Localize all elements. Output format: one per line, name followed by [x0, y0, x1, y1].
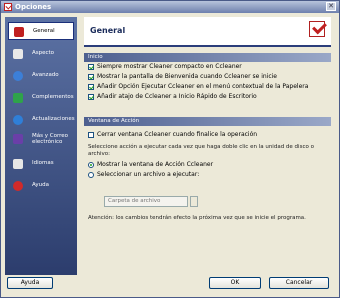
option-label: Añadir Opción Ejecutar Ccleaner en el me…	[97, 83, 309, 90]
checkbox[interactable]	[88, 131, 94, 138]
sidebar-item-label: Más y Correo electrónico	[32, 133, 68, 145]
startup-group: Inicio Siempre mostrar Cleaner compacto …	[84, 53, 331, 102]
aspect-icon	[13, 49, 23, 59]
note-text: Atención: los cambios tendrán efecto la …	[88, 215, 306, 221]
sidebar-item-label: Aspecto	[32, 50, 55, 56]
updates-icon	[13, 115, 23, 125]
radio-row[interactable]: Seleccionar un archivo a ejecutar:	[84, 170, 331, 180]
sidebar-item-general[interactable]: General	[8, 22, 74, 40]
checkbox[interactable]	[88, 63, 94, 70]
checkmark-icon	[309, 21, 325, 37]
radio[interactable]	[88, 171, 94, 178]
window-title: Opciones	[15, 3, 52, 11]
sidebar-item-label: Avanzado	[32, 72, 59, 78]
option-label: Mostrar la pantalla de Bienvenida cuando…	[97, 73, 277, 80]
option-label: Siempre mostrar Cleaner compacto en Ccle…	[97, 63, 242, 70]
option-label: Añadir atajo de Ccleaner a Inicio Rápido…	[97, 93, 257, 100]
advanced-icon	[13, 71, 23, 81]
title-bar[interactable]: Opciones ✕	[1, 1, 339, 13]
addons-icon	[13, 93, 23, 103]
ok-button[interactable]: OK	[209, 277, 261, 289]
sidebar-item-label: Idiomas	[32, 160, 54, 166]
option-row[interactable]: Añadir Opción Ejecutar Ccleaner en el me…	[84, 82, 331, 92]
close-button[interactable]: ✕	[326, 2, 336, 11]
checkbox[interactable]	[88, 73, 94, 80]
sidebar-item-addons[interactable]: Complementos	[8, 89, 74, 107]
general-icon	[14, 27, 24, 37]
sidebar-item-help[interactable]: Ayuda	[8, 177, 74, 195]
option-label: Cerrar ventana Ccleaner cuando finalice …	[97, 131, 258, 138]
app-logo-icon	[4, 3, 12, 11]
radio-label: Mostrar la ventana de Acción Ccleaner	[97, 161, 214, 168]
checkbox[interactable]	[88, 93, 94, 100]
options-window: Opciones ✕ General Aspecto Avanzado Comp…	[0, 0, 340, 298]
sidebar-item-languages[interactable]: Idiomas	[8, 155, 74, 173]
action-group: Ventana de Acción Cerrar ventana Ccleane…	[84, 117, 331, 229]
page-title: General	[90, 26, 126, 35]
sidebar-item-updates[interactable]: Actualizaciones	[8, 111, 75, 129]
mail-icon	[13, 134, 23, 144]
sidebar-item-advanced[interactable]: Avanzado	[8, 67, 74, 85]
panel-header: General	[84, 17, 331, 47]
action-heading: Ventana de Acción	[84, 117, 331, 126]
startup-heading: Inicio	[84, 53, 331, 62]
sidebar-item-label: Ayuda	[32, 182, 49, 188]
help-icon	[13, 181, 23, 191]
checkbox[interactable]	[88, 83, 94, 90]
browse-button[interactable]	[190, 196, 198, 207]
languages-icon	[13, 159, 23, 169]
sidebar-item-label: General	[33, 28, 55, 34]
action-description: Seleccione acción a ejecutar cada vez qu…	[88, 144, 314, 157]
option-row[interactable]: Añadir atajo de Ccleaner a Inicio Rápido…	[84, 92, 331, 102]
sidebar-item-label: Complementos	[32, 94, 74, 100]
sidebar-item-mail[interactable]: Más y Correo electrónico	[8, 130, 74, 152]
help-button[interactable]: Ayuda	[7, 277, 53, 289]
sidebar: General Aspecto Avanzado Complementos Ac…	[5, 17, 77, 275]
option-row[interactable]: Siempre mostrar Cleaner compacto en Ccle…	[84, 62, 331, 72]
sidebar-item-label: Actualizaciones	[32, 116, 75, 122]
file-path-input[interactable]: Carpeta de archivo	[104, 196, 188, 207]
sidebar-item-aspect[interactable]: Aspecto	[8, 45, 74, 63]
radio-label: Seleccionar un archivo a ejecutar:	[97, 171, 200, 178]
radio[interactable]	[88, 161, 94, 168]
option-row[interactable]: Cerrar ventana Ccleaner cuando finalice …	[84, 130, 331, 140]
radio-row[interactable]: Mostrar la ventana de Acción Ccleaner	[84, 160, 331, 170]
option-row[interactable]: Mostrar la pantalla de Bienvenida cuando…	[84, 72, 331, 82]
cancel-button[interactable]: Cancelar	[269, 277, 329, 289]
